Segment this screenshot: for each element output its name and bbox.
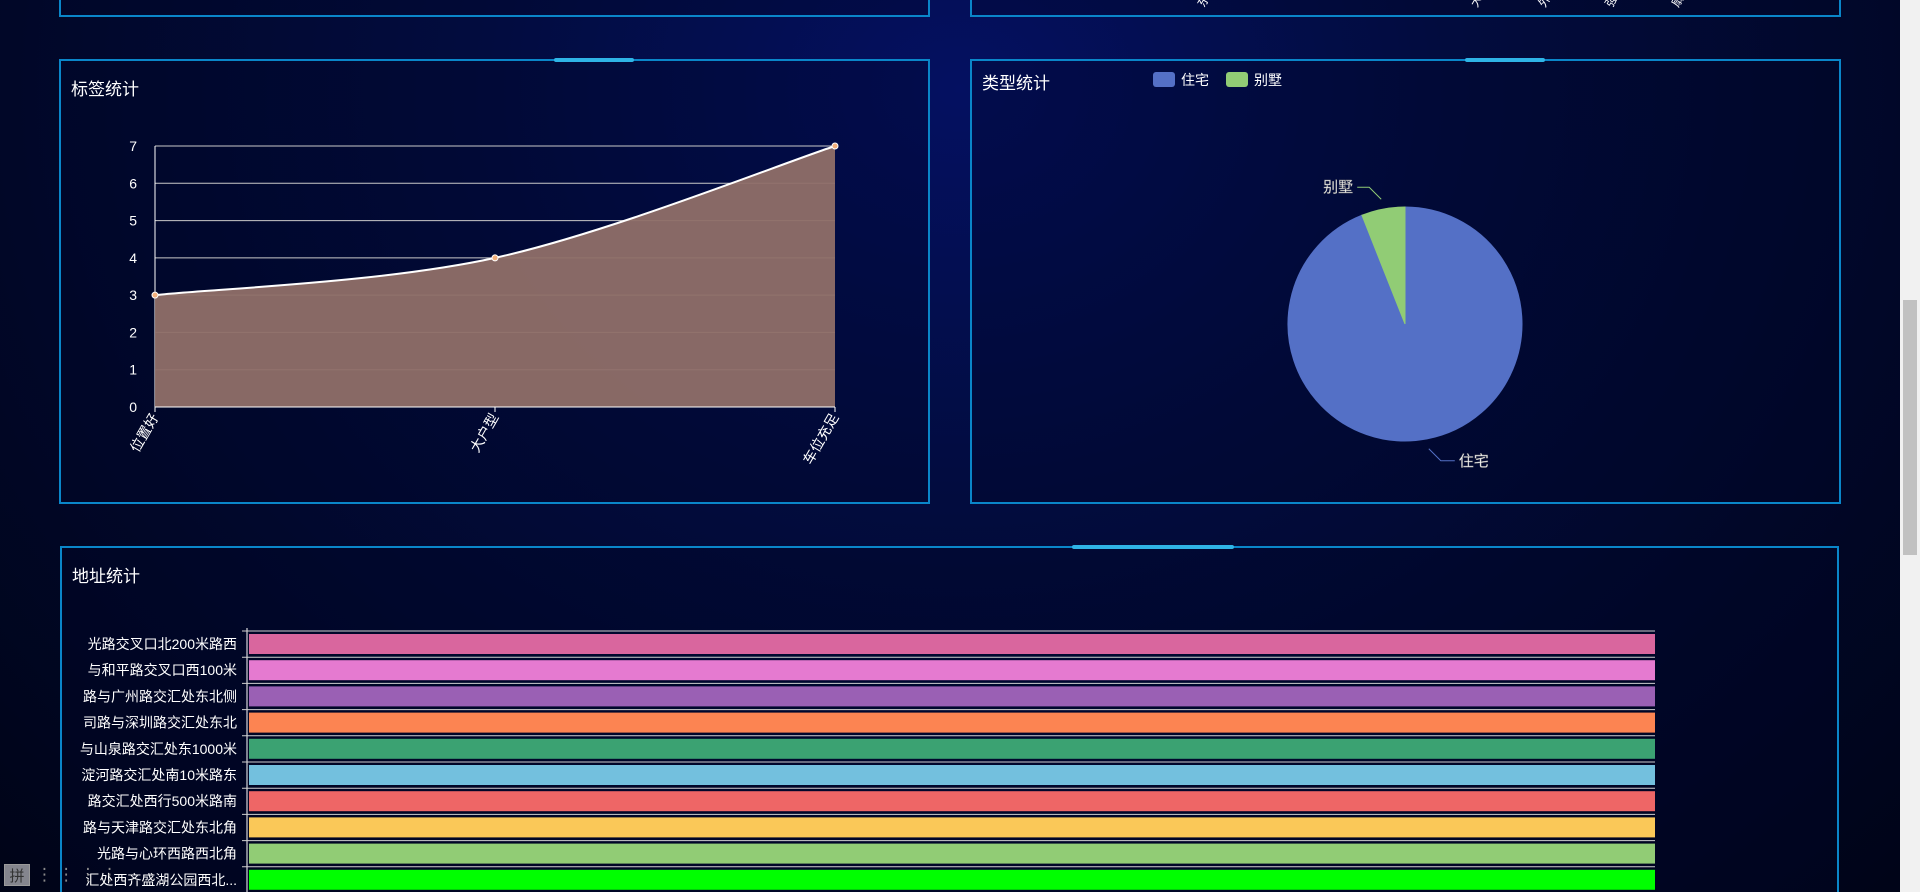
pie-label: 住宅: [1459, 453, 1489, 470]
ime-toolbar-dots: ⋮ ⋮ ⋮ ⋮: [36, 865, 119, 884]
address-label: 路与天津路交汇处东北角: [83, 819, 237, 835]
address-label: 与和平路交叉口西100米: [88, 662, 237, 678]
legend-label: 住宅: [1181, 72, 1209, 88]
type-stats-panel: 类型统计 住宅 别墅 住宅 别墅: [970, 58, 1841, 504]
address-bar: [249, 869, 1655, 890]
scrollbar-thumb[interactable]: [1903, 300, 1917, 555]
type-pie-chart: 住宅 别墅住宅别墅: [1153, 72, 1523, 470]
address-label: 路交汇处西行500米路南: [88, 793, 237, 809]
address-bar: [249, 791, 1655, 812]
page-scrollbar[interactable]: [1900, 0, 1920, 892]
y-tick-label: 2: [129, 324, 137, 340]
top-fragment-4: 强: [1602, 0, 1620, 10]
legend-label: 别墅: [1254, 72, 1282, 88]
address-label: 光路与心环西路西北角: [97, 846, 237, 862]
address-bar: [249, 765, 1655, 785]
address-label: 光路交叉口北200米路西: [88, 636, 237, 652]
address-label: 司路与深圳路交汇处东北: [83, 715, 237, 731]
tag-area-chart: 0 1 2 3 4 5 6 7 位置好 大户型 车位充足: [127, 138, 842, 467]
address-bar: [249, 817, 1655, 838]
ime-mode-button[interactable]: 拼: [4, 864, 30, 886]
legend-swatch: [1153, 72, 1175, 87]
top-panel-axis-fragments: 东 大 外 强 扇: [1194, 0, 1687, 10]
address-bar: [249, 686, 1655, 707]
y-tick-label: 0: [129, 399, 137, 415]
dashboard-stage: 东 大 外 强 扇 标签统计 0 1 2 3 4 5 6 7 位置好 大户型 车位充足 类型统计 住…: [0, 0, 1920, 892]
tag-stats-panel: 标签统计 0 1 2 3 4 5 6 7 位置好 大户型 车位充足: [59, 58, 930, 504]
pie-label-line: [1357, 186, 1382, 200]
address-bar: [249, 738, 1655, 759]
top-right-panel: 东 大 外 强 扇: [970, 0, 1841, 17]
ime-toolbar[interactable]: 拼 ⋮ ⋮ ⋮ ⋮: [0, 862, 200, 888]
top-left-panel: [59, 0, 930, 17]
address-label: 与山泉路交汇处东1000米: [80, 741, 237, 757]
y-tick-label: 1: [129, 362, 137, 378]
address-bar-chart: 光路交叉口北200米路西与和平路交叉口西100米路与广州路交汇处东北侧司路与深圳…: [80, 628, 1655, 892]
y-tick-label: 7: [129, 138, 137, 154]
pie-label: 别墅: [1323, 179, 1353, 196]
pie-label-line: [1428, 448, 1455, 462]
y-tick-label: 6: [129, 175, 137, 191]
legend-swatch: [1226, 72, 1248, 87]
address-bar: [249, 660, 1655, 681]
address-bar: [249, 712, 1655, 733]
data-point: [491, 254, 499, 262]
address-label: 淀河路交汇处南10米路东: [81, 767, 237, 783]
y-tick-label: 5: [129, 213, 137, 229]
area-fill: [155, 146, 835, 407]
y-tick-label: 3: [129, 287, 137, 303]
address-bar: [249, 843, 1655, 864]
x-tick-label: 车位充足: [800, 411, 842, 467]
address-bar: [249, 634, 1655, 654]
data-point: [831, 142, 839, 150]
top-fragment-2: 大: [1467, 0, 1485, 10]
top-fragment-5: 扇: [1668, 0, 1687, 10]
address-label: 路与广州路交汇处东北侧: [83, 688, 237, 704]
top-fragment-1: 东: [1194, 0, 1212, 10]
address-stats-panel: 地址统计 光路交叉口北200米路西 与和平路交叉口西100米 路与广州路交汇处东北侧…: [60, 545, 1839, 892]
data-point: [151, 291, 159, 299]
x-tick-label: 大户型: [467, 411, 502, 455]
top-fragment-3: 外: [1535, 0, 1553, 10]
x-tick-label: 位置好: [127, 411, 162, 455]
y-tick-label: 4: [129, 250, 137, 266]
